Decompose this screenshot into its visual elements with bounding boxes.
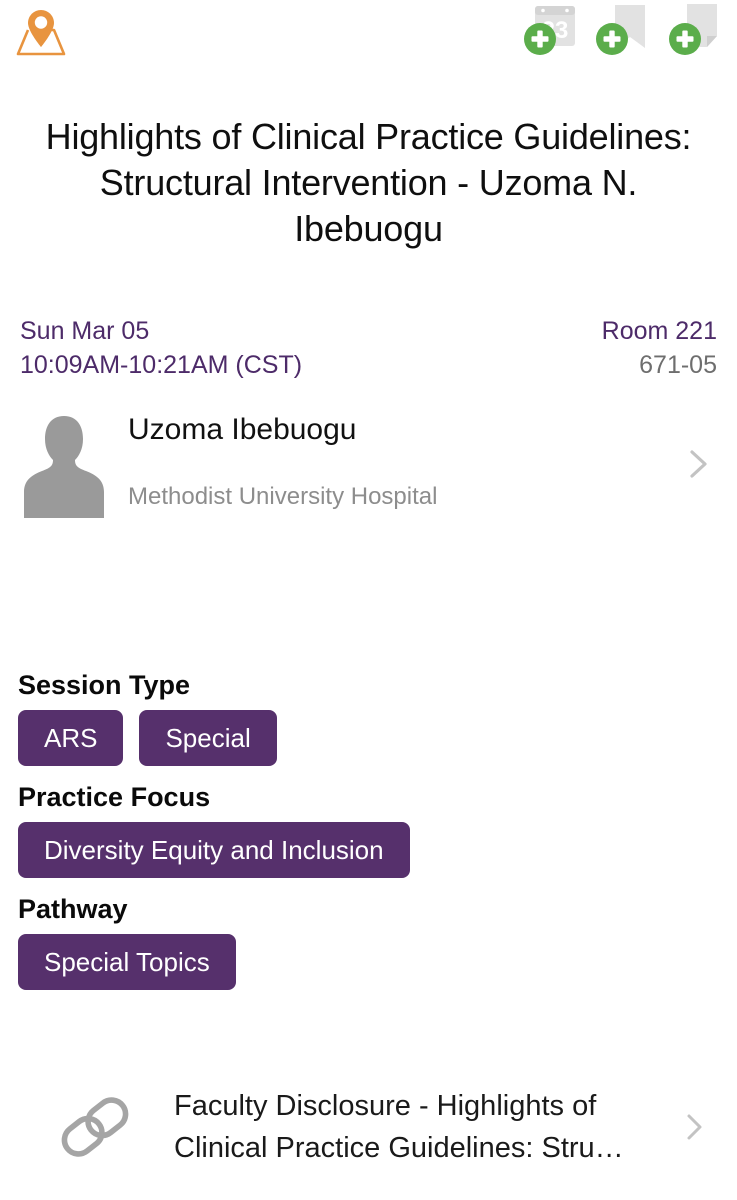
tag-row: Diversity Equity and Inclusion (18, 822, 719, 878)
tag-row: ARS Special (18, 710, 719, 766)
session-time: 10:09AM-10:21AM (CST) (20, 351, 303, 379)
speaker-name: Uzoma Ibebuogu (128, 413, 357, 446)
session-tag-sections: Session Type ARS Special Practice Focus … (0, 668, 737, 990)
tag-section-practice-focus: Practice Focus Diversity Equity and Incl… (18, 780, 719, 878)
add-to-calendar-icon[interactable]: 23 (519, 0, 581, 62)
tag-section-session-type: Session Type ARS Special (18, 668, 719, 766)
tag-section-heading: Pathway (18, 894, 128, 924)
link-chain-icon (52, 1087, 138, 1167)
tag-section-heading: Practice Focus (18, 782, 211, 812)
faculty-disclosure-text: Faculty Disclosure - Highlights of Clini… (174, 1090, 624, 1164)
tag-row: Special Topics (18, 934, 719, 990)
session-title: Highlights of Clinical Practice Guidelin… (45, 116, 692, 249)
person-placeholder-icon (20, 408, 108, 518)
chevron-right-icon[interactable] (681, 1110, 707, 1144)
session-location: Room 221 671-05 (602, 314, 717, 382)
tag-chip[interactable]: Special (139, 710, 277, 766)
session-date: Sun Mar 05 (20, 317, 150, 345)
speaker-organization: Methodist University Hospital (128, 483, 438, 510)
session-code: 671-05 (639, 351, 717, 379)
chevron-right-icon[interactable] (683, 444, 713, 484)
map-pin-icon[interactable] (12, 4, 70, 62)
tag-chip[interactable]: ARS (18, 710, 124, 766)
add-note-icon[interactable] (667, 0, 729, 62)
add-bookmark-icon[interactable] (593, 0, 655, 62)
app-header: 23 (0, 0, 737, 72)
faculty-disclosure-row[interactable]: Faculty Disclosure - Highlights of Clini… (0, 1072, 737, 1182)
speaker-row[interactable]: Uzoma Ibebuogu Methodist University Hosp… (0, 408, 737, 520)
speaker-details: Uzoma Ibebuogu Methodist University Hosp… (128, 408, 683, 518)
session-meta: Sun Mar 05 10:09AM-10:21AM (CST) Room 22… (0, 314, 737, 382)
header-actions: 23 (519, 0, 729, 62)
session-datetime: Sun Mar 05 10:09AM-10:21AM (CST) (20, 314, 302, 382)
tag-chip[interactable]: Special Topics (18, 934, 236, 990)
session-room: Room 221 (601, 317, 717, 345)
tag-chip[interactable]: Diversity Equity and Inclusion (18, 822, 410, 878)
tag-section-pathway: Pathway Special Topics (18, 892, 719, 990)
tag-section-heading: Session Type (18, 670, 191, 700)
